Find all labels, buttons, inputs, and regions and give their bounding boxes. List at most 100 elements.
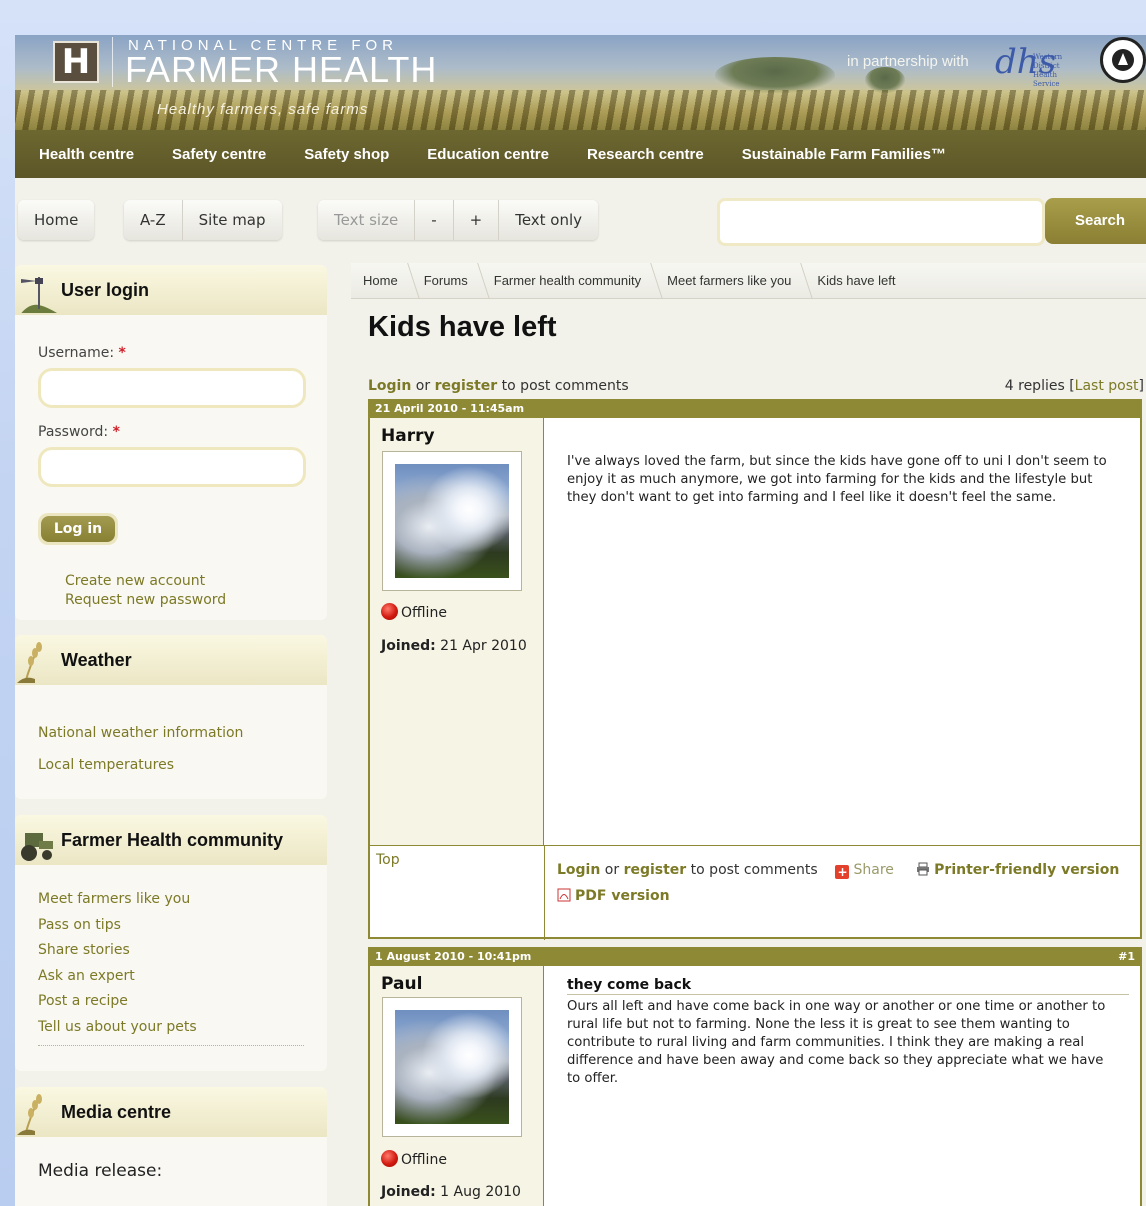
create-account-link[interactable]: Create new account	[65, 573, 205, 589]
logo-main-text[interactable]: FARMER HEALTH	[125, 49, 437, 91]
footer-login-link[interactable]: Login	[557, 862, 600, 878]
search-button[interactable]: Search	[1045, 198, 1146, 244]
text-size-label: Text size	[318, 200, 416, 240]
last-post-link[interactable]: Last post	[1075, 378, 1139, 394]
username-label: Username: *	[38, 345, 126, 361]
meta-to-post-text: to post comments	[501, 378, 629, 394]
breadcrumb-home[interactable]: Home	[351, 263, 412, 299]
banner-trees-image	[715, 57, 835, 93]
text-size-increase-button[interactable]: +	[454, 200, 500, 240]
az-button[interactable]: A-Z	[124, 200, 183, 240]
post-date-bar: 21 April 2010 - 11:45am	[368, 399, 1142, 418]
footer-register-link[interactable]: register	[624, 862, 687, 878]
site-map-button[interactable]: Site map	[183, 200, 282, 240]
community-link-tips[interactable]: Pass on tips	[38, 917, 121, 933]
community-link-stories[interactable]: Share stories	[38, 942, 130, 958]
username-field[interactable]	[38, 368, 306, 408]
avatar[interactable]	[382, 451, 522, 591]
post-author[interactable]: Paul	[381, 974, 422, 994]
footer-or-text: or	[604, 862, 620, 878]
nav-safety-shop[interactable]: Safety shop	[304, 146, 389, 163]
text-only-button[interactable]: Text only	[499, 200, 598, 240]
media-title: Media centre	[61, 1102, 172, 1122]
tractor-icon	[21, 833, 53, 861]
weather-link-local[interactable]: Local temperatures	[38, 757, 174, 773]
partner-logo[interactable]: dhs Western District Health Service	[995, 35, 1085, 89]
community-block: Farmer Health community Meet farmers lik…	[15, 815, 327, 1071]
printer-icon	[917, 862, 930, 876]
printer-friendly-link[interactable]: Printer-friendly version	[916, 862, 1119, 878]
community-link-pets[interactable]: Tell us about your pets	[38, 1019, 197, 1035]
partner-text: in partnership with	[847, 53, 969, 70]
wheat-icon	[17, 1094, 42, 1135]
user-login-block: User login Username: * Password: *	[15, 265, 327, 620]
home-button[interactable]: Home	[18, 200, 95, 240]
share-icon: +	[835, 865, 850, 879]
community-link-meet-farmers[interactable]: Meet farmers like you	[38, 891, 190, 907]
community-divider	[38, 1045, 304, 1046]
text-tools-group: Text size - + Text only	[318, 200, 599, 240]
search-input[interactable]	[717, 198, 1045, 246]
university-seal-icon[interactable]	[1100, 37, 1146, 83]
community-header: Farmer Health community	[15, 815, 327, 865]
footer-to-post-text: to post comments	[690, 862, 818, 878]
post-author[interactable]: Harry	[381, 426, 435, 446]
site-logo-icon[interactable]: H	[53, 41, 99, 83]
community-link-expert[interactable]: Ask an expert	[38, 968, 135, 984]
meta-or-text: or	[415, 378, 431, 394]
password-label: Password: *	[38, 424, 120, 440]
page-title: Kids have left	[368, 311, 557, 343]
post-body-text: Ours all left and have come back in one …	[567, 999, 1106, 1086]
breadcrumb-current: Kids have left	[817, 272, 896, 288]
share-link[interactable]: + Share	[835, 862, 898, 879]
required-marker: *	[118, 345, 126, 361]
nav-health-centre[interactable]: Health centre	[39, 146, 134, 163]
login-link[interactable]: Login	[368, 378, 411, 394]
post-number[interactable]: #1	[1118, 947, 1135, 966]
log-in-button[interactable]: Log in	[38, 513, 118, 545]
request-password-link[interactable]: Request new password	[65, 592, 226, 608]
reply-count: 4 replies [Last post]	[1004, 378, 1144, 394]
text-size-decrease-button[interactable]: -	[415, 200, 454, 240]
home-button-label: Home	[34, 211, 79, 229]
community-link-recipe[interactable]: Post a recipe	[38, 993, 128, 1009]
nav-safety-centre[interactable]: Safety centre	[172, 146, 266, 163]
post-footer-links: Login or register to post comments + Shar…	[557, 862, 1119, 904]
top-link[interactable]: Top	[376, 852, 400, 868]
pdf-link[interactable]: PDF version	[557, 888, 1119, 904]
pdf-icon	[557, 888, 571, 902]
nav-sustainable-farm-families[interactable]: Sustainable Farm Families™	[742, 146, 946, 163]
breadcrumb-community[interactable]: Farmer health community	[482, 263, 655, 299]
post-author-panel: Harry Offline Joined: 21 Apr 2010	[370, 418, 544, 845]
password-field[interactable]	[38, 447, 306, 487]
post-date: 1 August 2010 - 10:41pm	[375, 950, 532, 963]
weather-link-national[interactable]: National weather information	[38, 725, 243, 741]
post-harry: Harry Offline Joined: 21 Apr 2010 I've a…	[368, 418, 1142, 940]
weather-header: Weather	[15, 635, 327, 685]
user-login-title: User login	[61, 280, 150, 300]
breadcrumb: Home Forums Farmer health community Meet…	[351, 263, 1146, 299]
media-release-label: Media release:	[38, 1161, 163, 1181]
nav-education-centre[interactable]: Education centre	[427, 146, 549, 163]
required-marker: *	[112, 424, 120, 440]
joined-date: Joined: 21 Apr 2010	[381, 638, 527, 654]
site-links-group: A-Z Site map	[124, 200, 282, 240]
community-title: Farmer Health community	[61, 830, 284, 850]
register-link[interactable]: register	[435, 378, 498, 394]
header-banner: H NATIONAL CENTRE FOR FARMER HEALTH Heal…	[15, 35, 1146, 130]
nav-research-centre[interactable]: Research centre	[587, 146, 704, 163]
site-tagline: Healthy farmers, safe farms	[157, 101, 369, 118]
user-login-header: User login	[15, 265, 327, 315]
status-badge: Offline	[381, 603, 447, 621]
breadcrumb-forums[interactable]: Forums	[412, 263, 482, 299]
windmill-icon	[21, 277, 57, 313]
breadcrumb-meet-farmers[interactable]: Meet farmers like you	[655, 263, 805, 299]
post-paul: Paul Offline Joined: 1 Aug 2010 they com…	[368, 966, 1142, 1206]
post-meta-row: Login or register to post comments 4 rep…	[368, 378, 1144, 394]
avatar[interactable]	[382, 997, 522, 1137]
page: H NATIONAL CENTRE FOR FARMER HEALTH Heal…	[15, 35, 1146, 1206]
avatar-image	[395, 464, 509, 578]
post-footer: Top Login or register to post comments +…	[370, 845, 1140, 940]
post-date-bar: 1 August 2010 - 10:41pm #1	[368, 947, 1142, 966]
offline-icon	[381, 1150, 398, 1167]
